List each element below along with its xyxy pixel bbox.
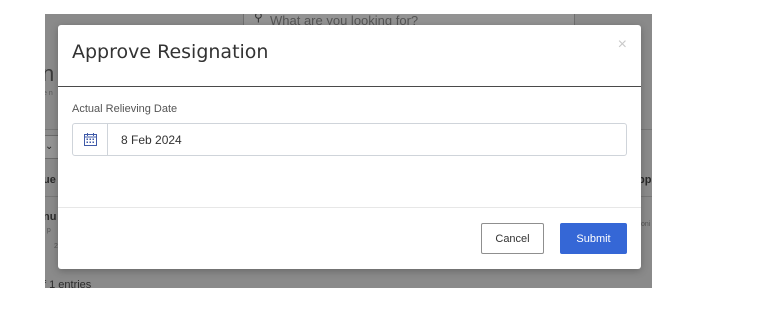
calendar-icon[interactable] (73, 124, 108, 155)
search-icon: ⚲ (254, 14, 263, 24)
approve-resignation-dialog: Approve Resignation × Actual Relieving D… (58, 25, 641, 269)
background-heading-fragment: n (45, 61, 55, 86)
dialog-header: Approve Resignation × (58, 25, 641, 87)
background-row-name: nu (45, 211, 57, 223)
cancel-button[interactable]: Cancel (481, 223, 544, 254)
submit-button[interactable]: Submit (560, 223, 627, 254)
background-row-right: oni (641, 221, 651, 228)
relieving-date-field[interactable]: 8 Feb 2024 (72, 123, 627, 156)
background-entries-info: f 1 entries (45, 279, 92, 288)
dialog-title: Approve Resignation (72, 41, 269, 63)
close-icon[interactable]: × (618, 37, 627, 53)
relieving-date-value[interactable]: 8 Feb 2024 (121, 133, 182, 147)
background-row-sub: d p (45, 227, 51, 234)
dialog-footer-divider (58, 207, 641, 208)
background-subtext-fragment: e n (45, 90, 53, 97)
background-column-header-left: ue (45, 174, 56, 186)
relieving-date-label: Actual Relieving Date (72, 103, 178, 115)
